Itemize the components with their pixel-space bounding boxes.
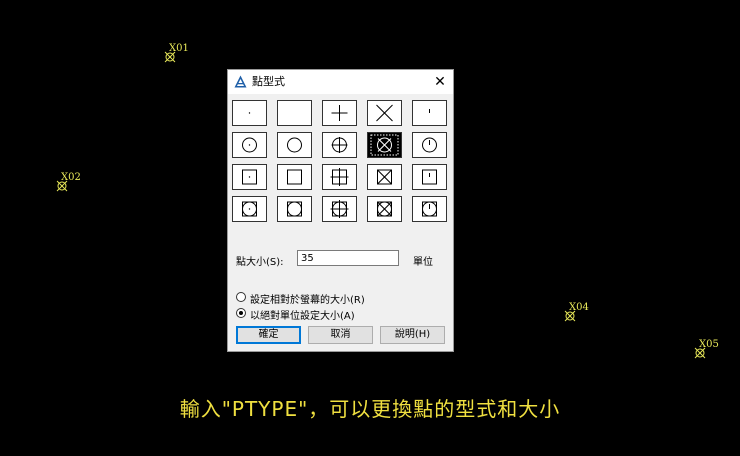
style-none-icon [278,101,311,125]
dialog-title: 點型式 [252,75,285,88]
point-style-circle-square-dot[interactable] [232,196,267,222]
style-square-dot-icon [242,169,257,185]
style-circle-dot-icon [242,137,257,153]
point-style-circle-square-plus[interactable] [322,196,357,222]
dialog-titlebar[interactable]: 點型式 ✕ [228,70,453,94]
autocad-logo-icon [234,75,247,88]
point-style-plus[interactable] [322,100,357,126]
radio-absolute-indicator[interactable] [236,308,246,318]
style-circle-plus-icon [331,137,348,153]
point-style-tick[interactable] [412,100,447,126]
point-style-x[interactable] [367,100,402,126]
cancel-button[interactable]: 取消 [308,326,373,344]
point-label: X01 [169,43,189,54]
style-square-plus-icon [330,168,349,186]
radio-absolute-label: 以絕對單位設定大小(A) [250,311,355,322]
close-button[interactable]: ✕ [431,73,449,91]
point-style-circle-tick[interactable] [412,132,447,158]
point-style-square-tick[interactable] [412,164,447,190]
style-circle-icon [287,137,302,153]
style-circle-square-icon [287,201,302,217]
point-style-square[interactable] [277,164,312,190]
style-dot-icon [248,112,251,114]
unit-label: 單位 [413,257,433,268]
tutorial-caption: 輸入"PTYPE"，可以更換點的型式和大小 [179,397,561,421]
point-size-row: 點大小(S): 單位 [236,250,451,268]
point-style-square-x[interactable] [367,164,402,190]
point-x01: X01 [163,43,203,66]
point-style-none[interactable] [277,100,312,126]
help-button[interactable]: 說明(H) [380,326,445,344]
point-x05: X05 [693,339,733,362]
point-size-input[interactable] [297,250,399,266]
point-style-circle-square[interactable] [277,196,312,222]
style-plus-icon [331,105,348,121]
style-x-icon [376,104,393,122]
style-circle-square-plus-icon [330,200,349,218]
style-square-icon [287,169,302,185]
style-circle-square-dot-icon [242,201,257,217]
style-square-tick-icon [422,169,437,185]
style-circle-square-tick-icon [422,201,437,217]
point-style-circle-square-x[interactable] [367,196,402,222]
point-style-dialog: 點型式 ✕ 點大小(S): 35 單位 設定相對於螢幕的大小(R) 以絕對單位設… [227,69,454,352]
point-style-circle-square-tick[interactable] [412,196,447,222]
point-style-square-dot[interactable] [232,164,267,190]
point-x02: X02 [55,172,95,195]
ok-button[interactable]: 確定 [236,326,301,344]
radio-relative-indicator[interactable] [236,292,246,302]
point-style-circle-x[interactable] [367,132,402,158]
point-style-circle[interactable] [277,132,312,158]
point-style-square-plus[interactable] [322,164,357,190]
point-style-grid [232,100,452,224]
point-label: X02 [61,172,81,183]
style-circle-x-icon [370,134,399,156]
style-tick-icon [429,109,430,113]
radio-relative-label: 設定相對於螢幕的大小(R) [250,295,365,306]
point-label: X05 [699,339,719,350]
point-label: X04 [569,302,589,313]
point-x04: X04 [563,302,603,325]
point-size-label: 點大小(S): [236,257,284,268]
style-circle-square-x-icon [377,201,392,217]
point-style-circle-dot[interactable] [232,132,267,158]
style-circle-tick-icon [422,137,437,153]
point-style-dot[interactable] [232,100,267,126]
style-square-x-icon [377,169,392,185]
point-style-circle-plus[interactable] [322,132,357,158]
